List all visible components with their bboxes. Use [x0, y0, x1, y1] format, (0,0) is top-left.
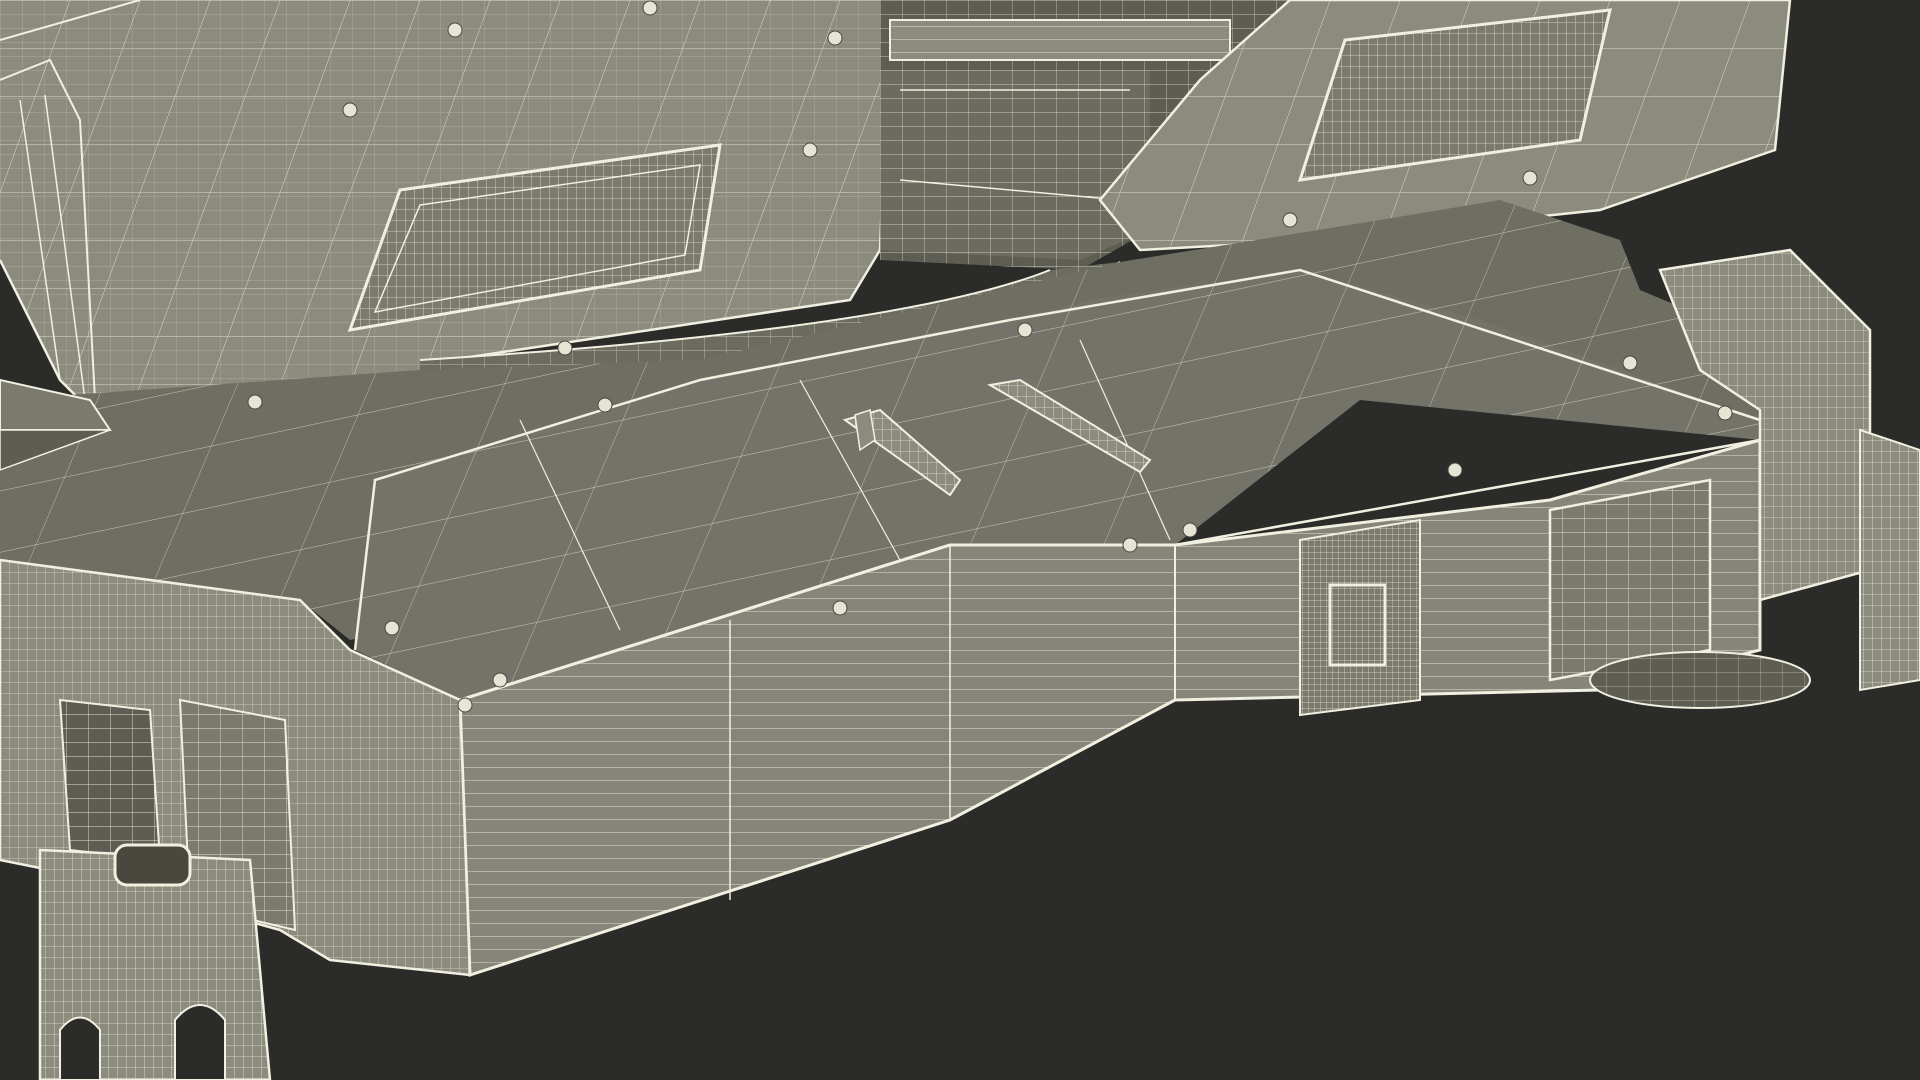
- bolt: [1447, 462, 1463, 478]
- bolt: [447, 22, 463, 38]
- side-door-panel: [1548, 478, 1712, 682]
- bolt: [492, 672, 508, 688]
- bolt: [1282, 212, 1298, 228]
- bolt: [597, 397, 613, 413]
- bolt: [1122, 537, 1138, 553]
- bolt: [557, 340, 573, 356]
- wireframe-model-render: [0, 0, 1920, 1080]
- render-viewport: [0, 0, 1920, 1080]
- bolt: [1017, 322, 1033, 338]
- stabilizer-foot-right: [1589, 651, 1811, 709]
- bolt: [1182, 522, 1198, 538]
- bolt: [1622, 355, 1638, 371]
- bolt: [342, 102, 358, 118]
- left-stabilizer-jack: [38, 843, 272, 1080]
- bolt: [642, 0, 658, 16]
- bolt: [802, 142, 818, 158]
- bolt: [247, 394, 263, 410]
- bolt: [1522, 170, 1538, 186]
- bolt: [827, 30, 843, 46]
- bolt: [832, 600, 848, 616]
- front-latch-block: [1299, 518, 1421, 717]
- bolt: [1717, 405, 1733, 421]
- bolt: [384, 620, 400, 636]
- bolt: [457, 697, 473, 713]
